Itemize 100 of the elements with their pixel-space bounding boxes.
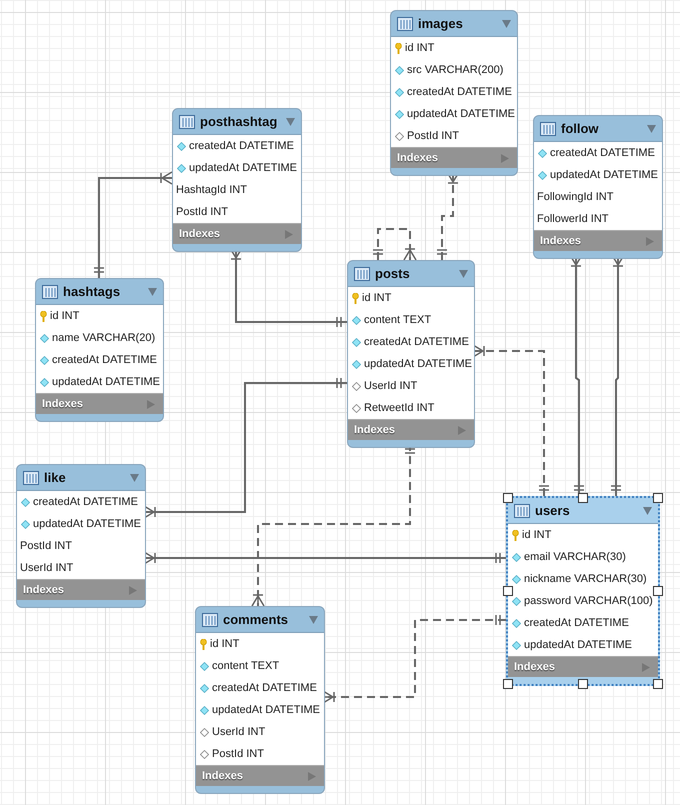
indexes-label: Indexes: [42, 398, 83, 410]
table-card[interactable]: posts id INT content TEXT createdAt DATETIME updatedAt DATETIME UserId INT RetweetId INT Indexes: [347, 260, 475, 448]
resize-handle[interactable]: [653, 586, 663, 596]
diamond-icon: [512, 596, 521, 606]
column-label: updatedAt DATETIME: [364, 358, 472, 370]
column-label: nickname VARCHAR(30): [524, 573, 647, 585]
diamond-icon: [512, 618, 521, 628]
dropdown-triangle-icon[interactable]: [148, 288, 157, 296]
resize-handle[interactable]: [578, 679, 588, 689]
diamond-icon: [40, 334, 49, 342]
diamond-icon: [352, 360, 361, 368]
expand-triangle-icon[interactable]: [285, 230, 293, 238]
column-label: email VARCHAR(30): [524, 551, 626, 563]
expand-triangle-icon[interactable]: [646, 236, 654, 246]
column-label: UserId INT: [364, 380, 418, 392]
dropdown-triangle-icon[interactable]: [286, 118, 295, 126]
indexes-label: Indexes: [354, 424, 395, 436]
table-icon: [202, 612, 218, 626]
indexes-label: Indexes: [540, 235, 581, 247]
column-label: HashtagId INT: [176, 184, 247, 196]
column-label: createdAt DATETIME: [189, 140, 294, 152]
column-label: FollowingId INT: [537, 191, 614, 203]
column-label: updatedAt DATETIME: [524, 639, 632, 651]
column-label: UserId INT: [20, 562, 74, 574]
column-label: id INT: [362, 292, 392, 304]
key-icon: [352, 292, 359, 304]
expand-triangle-icon[interactable]: [642, 662, 650, 672]
diamond-icon: [200, 662, 209, 670]
table-card[interactable]: hashtags id INT name VARCHAR(20) createdAt DATETIME updatedAt DATETIME Indexes: [35, 278, 164, 422]
diamond-icon: [538, 170, 547, 180]
column-label: id INT: [210, 638, 240, 650]
diamond-outline-icon: [352, 404, 361, 412]
column-label: content TEXT: [364, 314, 432, 326]
diamond-icon: [352, 338, 361, 346]
dropdown-triangle-icon[interactable]: [643, 506, 652, 514]
expand-triangle-icon[interactable]: [308, 772, 316, 780]
table-name: posts: [375, 266, 411, 281]
diamond-outline-icon: [200, 750, 209, 758]
dropdown-triangle-icon[interactable]: [309, 616, 318, 624]
table-icon: [23, 470, 39, 484]
dropdown-triangle-icon[interactable]: [502, 20, 511, 28]
table-icon: [397, 16, 413, 30]
expand-triangle-icon[interactable]: [501, 154, 509, 162]
diamond-icon: [177, 164, 186, 172]
relationship-line: [372, 228, 417, 261]
dropdown-triangle-icon[interactable]: [647, 124, 656, 132]
column-label: createdAt DATETIME: [407, 86, 512, 98]
indexes-label: Indexes: [179, 228, 220, 240]
table-icon: [179, 114, 195, 128]
diamond-icon: [512, 640, 521, 650]
indexes-label: Indexes: [514, 661, 555, 673]
resize-handle[interactable]: [503, 493, 513, 503]
diamond-icon: [177, 142, 186, 150]
table-card[interactable]: follow createdAt DATETIME updatedAt DATETIME FollowingId INT FollowerId INT Indexes: [533, 115, 663, 259]
column-label: PostId INT: [212, 748, 264, 760]
diamond-outline-icon: [352, 382, 361, 390]
resize-handle[interactable]: [503, 679, 513, 689]
diamond-icon: [200, 684, 209, 692]
table-name: comments: [223, 612, 290, 627]
table-card[interactable]: posthashtag createdAt DATETIME updatedAt DATETIME HashtagId INT PostId INT Indexes: [172, 108, 302, 252]
column-label: src VARCHAR(200): [407, 64, 504, 76]
table-card[interactable]: comments id INT content TEXT createdAt DATETIME updatedAt DATETIME UserId INT PostId INT Indexes: [195, 606, 325, 794]
key-icon: [512, 530, 519, 540]
table-name: like: [44, 470, 67, 485]
diamond-icon: [200, 706, 209, 714]
resize-handle[interactable]: [578, 493, 588, 503]
column-label: createdAt DATETIME: [33, 496, 138, 508]
expand-triangle-icon[interactable]: [129, 586, 137, 594]
column-label: updatedAt DATETIME: [52, 376, 160, 388]
indexes-label: Indexes: [397, 152, 438, 164]
resize-handle[interactable]: [503, 586, 513, 596]
resize-handle[interactable]: [653, 493, 663, 503]
diamond-icon: [512, 574, 521, 584]
table-name: users: [535, 503, 571, 518]
expand-triangle-icon[interactable]: [147, 400, 155, 408]
table-name: follow: [561, 121, 600, 136]
table-card[interactable]: images id INT src VARCHAR(200) createdAt DATETIME updatedAt DATETIME PostId INT Indexes: [390, 10, 518, 176]
column-label: id INT: [522, 529, 552, 541]
column-label: FollowerId INT: [537, 213, 609, 225]
table-icon: [514, 504, 530, 518]
column-label: PostId INT: [176, 206, 228, 218]
indexes-label: Indexes: [202, 770, 243, 782]
dropdown-triangle-icon[interactable]: [459, 270, 468, 278]
table-card[interactable]: like createdAt DATETIME updatedAt DATETIME PostId INT UserId INT Indexes: [16, 464, 146, 608]
diamond-icon: [395, 88, 404, 96]
key-icon: [40, 310, 47, 322]
column-label: content TEXT: [212, 660, 280, 672]
column-label: updatedAt DATETIME: [212, 704, 320, 716]
key-icon: [200, 638, 207, 650]
table-icon: [354, 266, 370, 280]
expand-triangle-icon[interactable]: [458, 426, 466, 434]
table-icon: [540, 122, 556, 136]
table-card[interactable]: users id INT email VARCHAR(30) nickname VARCHAR(30) password VARCHAR(100) createdAt DATETIME updatedAt DATETIME Indexes: [506, 496, 660, 686]
diamond-icon: [21, 520, 30, 528]
dropdown-triangle-icon[interactable]: [130, 474, 139, 482]
column-label: RetweetId INT: [364, 402, 434, 414]
column-label: name VARCHAR(20): [52, 332, 156, 344]
diamond-outline-icon: [395, 132, 404, 140]
column-label: createdAt DATETIME: [550, 147, 655, 159]
resize-handle[interactable]: [653, 679, 663, 689]
